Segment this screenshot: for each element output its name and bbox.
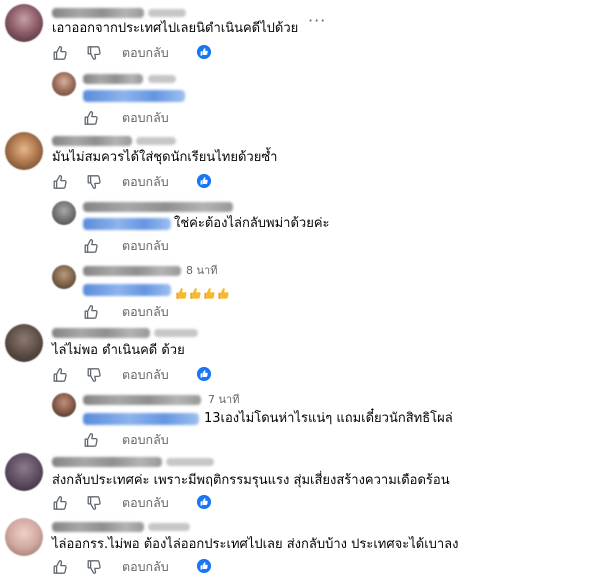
mention-link-blurred[interactable] xyxy=(83,90,185,102)
thumbs-up-icon[interactable] xyxy=(83,238,99,254)
thumbs-up-icon[interactable] xyxy=(83,432,99,448)
reply-button[interactable]: ตอบกลับ xyxy=(122,496,169,510)
thumbs-up-icon[interactable] xyxy=(52,495,68,511)
comment-text: ส่งกลับประเทศค่ะ เพราะมีพฤติกรรมรุนแรง ส… xyxy=(52,473,450,488)
commenter-name-blurred[interactable] xyxy=(52,8,144,18)
thumbs-up-emoji xyxy=(217,287,230,300)
avatar[interactable] xyxy=(5,4,43,42)
avatar[interactable] xyxy=(5,324,43,362)
comment-time-blurred xyxy=(154,329,198,337)
avatar[interactable] xyxy=(5,518,43,556)
reply-button[interactable]: ตอบกลับ xyxy=(122,46,169,60)
reply-button[interactable]: ตอบกลับ xyxy=(122,111,169,125)
reply-button[interactable]: ตอบกลับ xyxy=(122,239,169,253)
thumbs-down-icon[interactable] xyxy=(86,45,102,61)
reply-button[interactable]: ตอบกลับ xyxy=(122,560,169,574)
comment-time-blurred xyxy=(148,75,176,83)
thumbs-up-icon[interactable] xyxy=(52,45,68,61)
comment-text: ไล่ออกรร.ไม่พอ ต้องไล่ออกประเทศไปเลย ส่ง… xyxy=(52,537,459,552)
thumbs-down-icon[interactable] xyxy=(86,174,102,190)
mention-link-blurred[interactable] xyxy=(83,218,171,230)
commenter-name-blurred[interactable] xyxy=(52,328,150,338)
comment-time-blurred xyxy=(166,458,214,466)
comment-time-blurred xyxy=(148,523,190,531)
commenter-name-blurred[interactable] xyxy=(83,202,233,212)
thumbs-up-icon[interactable] xyxy=(52,174,68,190)
avatar[interactable] xyxy=(52,265,76,289)
thumbs-down-icon[interactable] xyxy=(86,495,102,511)
reply-button[interactable]: ตอบกลับ xyxy=(122,175,169,189)
comment-text: มันไม่สมควรได้ใส่ชุดนักเรียนไทยด้วยซ้ำ xyxy=(52,150,278,165)
facebook-like-reaction-icon[interactable] xyxy=(197,45,211,59)
thumbs-down-icon[interactable] xyxy=(86,559,102,575)
facebook-like-reaction-icon[interactable] xyxy=(197,174,211,188)
reply-text: 13เองไม่โดนห่าไรแน่ๆ แถมเดี๋ยวนักสิทธิโผ… xyxy=(204,411,453,426)
mention-link-blurred[interactable] xyxy=(83,284,171,296)
commenter-name-blurred[interactable] xyxy=(83,74,143,84)
reply-button[interactable]: ตอบกลับ xyxy=(122,433,169,447)
comment-time-blurred xyxy=(136,137,176,145)
thumbs-up-icon[interactable] xyxy=(52,559,68,575)
thumbs-up-icon[interactable] xyxy=(83,304,99,320)
commenter-name-blurred[interactable] xyxy=(83,266,181,276)
avatar[interactable] xyxy=(52,72,76,96)
reply-button[interactable]: ตอบกลับ xyxy=(122,305,169,319)
comment-text: ไล่ไม่พอ ดำเนินคดี ด้วย xyxy=(52,343,185,358)
comment-text: เอาออกจากประเทศไปเลยนิดำเนินคดีไปด้วย xyxy=(52,21,299,36)
thumbs-down-icon[interactable] xyxy=(86,367,102,383)
thumbs-up-emoji xyxy=(203,287,216,300)
thumbs-up-icon[interactable] xyxy=(52,367,68,383)
comment-time-blurred xyxy=(148,9,186,17)
facebook-like-reaction-icon[interactable] xyxy=(197,495,211,509)
emoji-row xyxy=(174,283,230,302)
more-options-icon[interactable]: ··· xyxy=(308,13,326,29)
comment-time[interactable]: 7 นาที xyxy=(208,394,239,406)
avatar[interactable] xyxy=(5,453,43,491)
facebook-like-reaction-icon[interactable] xyxy=(197,367,211,381)
commenter-name-blurred[interactable] xyxy=(83,395,201,405)
thumbs-up-icon[interactable] xyxy=(83,110,99,126)
mention-link-blurred[interactable] xyxy=(83,413,199,425)
commenter-name-blurred[interactable] xyxy=(52,457,162,467)
thumbs-up-emoji xyxy=(175,287,188,300)
commenter-name-blurred[interactable] xyxy=(52,522,144,532)
reply-button[interactable]: ตอบกลับ xyxy=(122,368,169,382)
avatar[interactable] xyxy=(52,393,76,417)
comment-time[interactable]: 8 นาที xyxy=(186,265,217,277)
avatar[interactable] xyxy=(5,132,43,170)
reply-text: ใช่ค่ะต้องไล่กลับพม่าด้วยค่ะ xyxy=(174,216,330,231)
avatar[interactable] xyxy=(52,201,76,225)
commenter-name-blurred[interactable] xyxy=(52,136,132,146)
thumbs-up-emoji xyxy=(189,287,202,300)
facebook-like-reaction-icon[interactable] xyxy=(197,559,211,573)
